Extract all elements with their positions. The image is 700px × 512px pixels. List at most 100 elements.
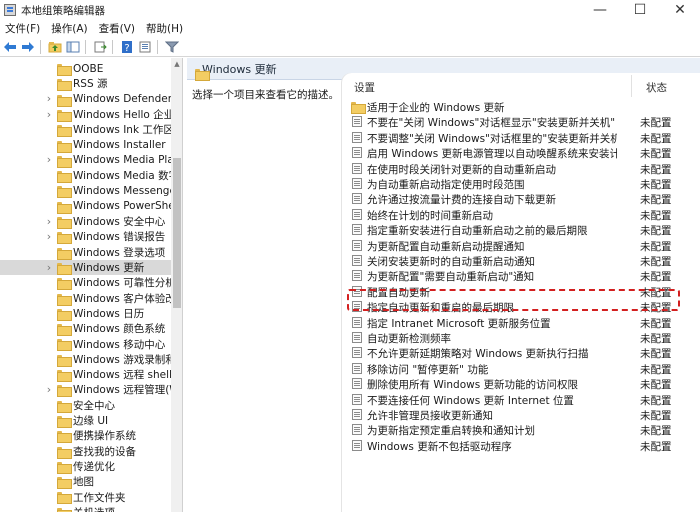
policy-row[interactable]: 配置自动更新 未配置 xyxy=(342,284,688,299)
tree-item[interactable]: 地图 xyxy=(0,474,171,489)
setting-state: 未配置 xyxy=(640,256,672,268)
policy-row[interactable]: 自动更新检测频率 未配置 xyxy=(342,330,688,345)
list-scrollbar[interactable] xyxy=(688,99,700,512)
tree-item[interactable]: › Windows 错误报告 xyxy=(0,229,171,244)
policy-row[interactable]: 不允许更新延期策略对 Windows 更新执行扫描 未配置 xyxy=(342,345,688,360)
policy-row[interactable]: 启用 Windows 更新电源管理以自动唤醒系统来安装计划的... 未配置 xyxy=(342,145,688,160)
folder-icon xyxy=(57,294,70,304)
tree-item[interactable]: Windows 可靠性分析 xyxy=(0,275,171,290)
expand-chevron-icon[interactable]: › xyxy=(45,93,53,104)
policy-row[interactable]: 不要在"关闭 Windows"对话框显示"安装更新并关机" 未配置 xyxy=(342,114,688,129)
policy-row[interactable]: 指定自动更新和重启的最后期限 未配置 xyxy=(342,299,688,314)
policy-row[interactable]: 不要连接任何 Windows 更新 Internet 位置 未配置 xyxy=(342,392,688,407)
expand-chevron-icon[interactable]: › xyxy=(45,384,53,395)
toolbar-separator xyxy=(40,39,41,54)
tree-item-label: Windows 错误报告 xyxy=(73,231,166,244)
setting-state: 未配置 xyxy=(640,363,672,376)
expand-chevron-icon[interactable]: › xyxy=(45,154,53,165)
tree-item[interactable]: Windows Ink 工作区 xyxy=(0,122,171,137)
column-header-state[interactable]: 状态 xyxy=(646,80,667,95)
folder-icon xyxy=(57,278,70,288)
tree-item-label: Windows 颜色系统 xyxy=(73,323,166,336)
tree-item[interactable]: › Windows Hello 企业版 xyxy=(0,107,171,122)
expand-chevron-icon[interactable]: › xyxy=(45,216,53,227)
menu-view[interactable]: 查看(V) xyxy=(94,21,141,36)
close-button[interactable]: ✕ xyxy=(660,0,700,20)
setting-state: 未配置 xyxy=(640,410,672,422)
tree-item[interactable]: 查找我的设备 xyxy=(0,444,171,459)
tree-item[interactable]: Windows 颜色系统 xyxy=(0,321,171,336)
minimize-button[interactable]: — xyxy=(580,0,620,20)
setting-name: 不要在"关闭 Windows"对话框显示"安装更新并关机" xyxy=(367,117,616,130)
forward-arrow-icon[interactable] xyxy=(20,39,36,55)
tree-item[interactable]: › Windows 远程管理(Wi xyxy=(0,382,171,397)
tree-item[interactable]: Windows 登录选项 xyxy=(0,245,171,260)
policy-row[interactable]: 关闭安装更新时的自动重新启动通知 未配置 xyxy=(342,253,688,268)
tree-item[interactable]: 边缘 UI xyxy=(0,413,171,428)
tree-item[interactable]: 安全中心 xyxy=(0,398,171,413)
tree-item-label: Windows 日历 xyxy=(73,307,145,320)
tree-item[interactable]: Windows Messenger xyxy=(0,183,171,198)
expand-chevron-icon[interactable]: › xyxy=(45,109,53,120)
policy-row[interactable]: 为更新指定预定重启转换和通知计划 未配置 xyxy=(342,422,688,437)
tree-item[interactable]: Windows 移动中心 xyxy=(0,336,171,351)
tree-item[interactable]: Windows Installer xyxy=(0,138,171,153)
policy-row[interactable]: Windows 更新不包括驱动程序 未配置 xyxy=(342,438,688,453)
tree-item[interactable]: 传递优化 xyxy=(0,459,171,474)
setting-state: 未配置 xyxy=(640,271,672,284)
tree-scrollbar[interactable]: ▲ xyxy=(171,58,182,512)
tree-item[interactable]: 便携操作系统 xyxy=(0,428,171,443)
policy-row[interactable]: 移除访问 "暂停更新" 功能 未配置 xyxy=(342,361,688,376)
expand-chevron-icon[interactable]: › xyxy=(45,262,53,273)
policy-setting-icon xyxy=(352,255,362,266)
tree-item-label: Windows 可靠性分析 xyxy=(73,277,171,290)
policy-row[interactable]: 在使用时段关闭针对更新的自动重新启动 未配置 xyxy=(342,161,688,176)
maximize-button[interactable]: ☐ xyxy=(620,0,660,20)
menu-help[interactable]: 帮助(H) xyxy=(141,21,189,36)
policy-row[interactable]: 为自动重新启动指定使用时段范围 未配置 xyxy=(342,176,688,191)
tree-item-label: Windows Media 数字 xyxy=(73,170,171,183)
tree-item[interactable]: › Windows Defender Sm xyxy=(0,92,171,107)
tree-item[interactable]: › Windows 安全中心 xyxy=(0,214,171,229)
policy-row[interactable]: 为更新配置自动重新启动提醒通知 未配置 xyxy=(342,238,688,253)
column-divider[interactable] xyxy=(631,75,632,97)
scroll-up-arrow-icon[interactable]: ▲ xyxy=(171,58,182,70)
tree-item[interactable]: OOBE xyxy=(0,61,171,76)
properties-icon[interactable] xyxy=(137,39,153,55)
policy-row[interactable]: 指定 Intranet Microsoft 更新服务位置 未配置 xyxy=(342,315,688,330)
help-icon[interactable]: ? xyxy=(119,39,135,55)
show-hide-tree-icon[interactable] xyxy=(65,39,81,55)
menu-action[interactable]: 操作(A) xyxy=(46,21,93,36)
folder-up-icon[interactable] xyxy=(47,39,63,55)
tree-item[interactable]: Windows Media 数字 xyxy=(0,168,171,183)
policy-row[interactable]: 不要调整"关闭 Windows"对话框里的"安装更新并关机"的默... 未配置 xyxy=(342,130,688,145)
expand-chevron-icon[interactable]: › xyxy=(45,231,53,242)
setting-state: 未配置 xyxy=(640,317,672,330)
tree-item[interactable]: 关机选项 xyxy=(0,505,171,512)
policy-row[interactable]: 为更新配置"需要自动重新启动"通知 未配置 xyxy=(342,268,688,283)
policy-row[interactable]: 删除使用所有 Windows 更新功能的访问权限 未配置 xyxy=(342,376,688,391)
tree-item[interactable]: 工作文件夹 xyxy=(0,489,171,504)
policy-row[interactable]: 允许非管理员接收更新通知 未配置 xyxy=(342,407,688,422)
tree-item[interactable]: Windows 客户体验改善 xyxy=(0,291,171,306)
export-list-icon[interactable] xyxy=(92,39,108,55)
menu-file[interactable]: 文件(F) xyxy=(0,21,46,36)
folder-icon xyxy=(57,416,70,426)
policy-row[interactable]: 指定重新安装进行自动重新启动之前的最后期限 未配置 xyxy=(342,222,688,237)
tree-item[interactable]: RSS 源 xyxy=(0,76,171,91)
back-arrow-icon[interactable] xyxy=(2,39,18,55)
navigation-tree[interactable]: ▲ OOBE RSS 源 › Windows Defender Sm › Windows … xyxy=(0,58,183,512)
tree-item[interactable]: › Windows Media Playe xyxy=(0,153,171,168)
tree-item[interactable]: Windows PowerShell xyxy=(0,199,171,214)
column-header-setting[interactable]: 设置 xyxy=(354,80,375,95)
setting-name: 适用于企业的 Windows 更新 xyxy=(367,102,505,114)
policy-row[interactable]: 允许通过按流量计费的连接自动下载更新 未配置 xyxy=(342,191,688,206)
filter-icon[interactable] xyxy=(164,39,180,55)
tree-item[interactable]: Windows 远程 shell xyxy=(0,367,171,382)
tree-item[interactable]: › Windows 更新 xyxy=(0,259,171,276)
tree-scrollbar-thumb[interactable] xyxy=(173,158,181,308)
folder-row[interactable]: 适用于企业的 Windows 更新 xyxy=(342,99,688,114)
policy-row[interactable]: 始终在计划的时间重新启动 未配置 xyxy=(342,207,688,222)
tree-item[interactable]: Windows 游戏录制和广 xyxy=(0,352,171,367)
tree-item[interactable]: Windows 日历 xyxy=(0,306,171,321)
